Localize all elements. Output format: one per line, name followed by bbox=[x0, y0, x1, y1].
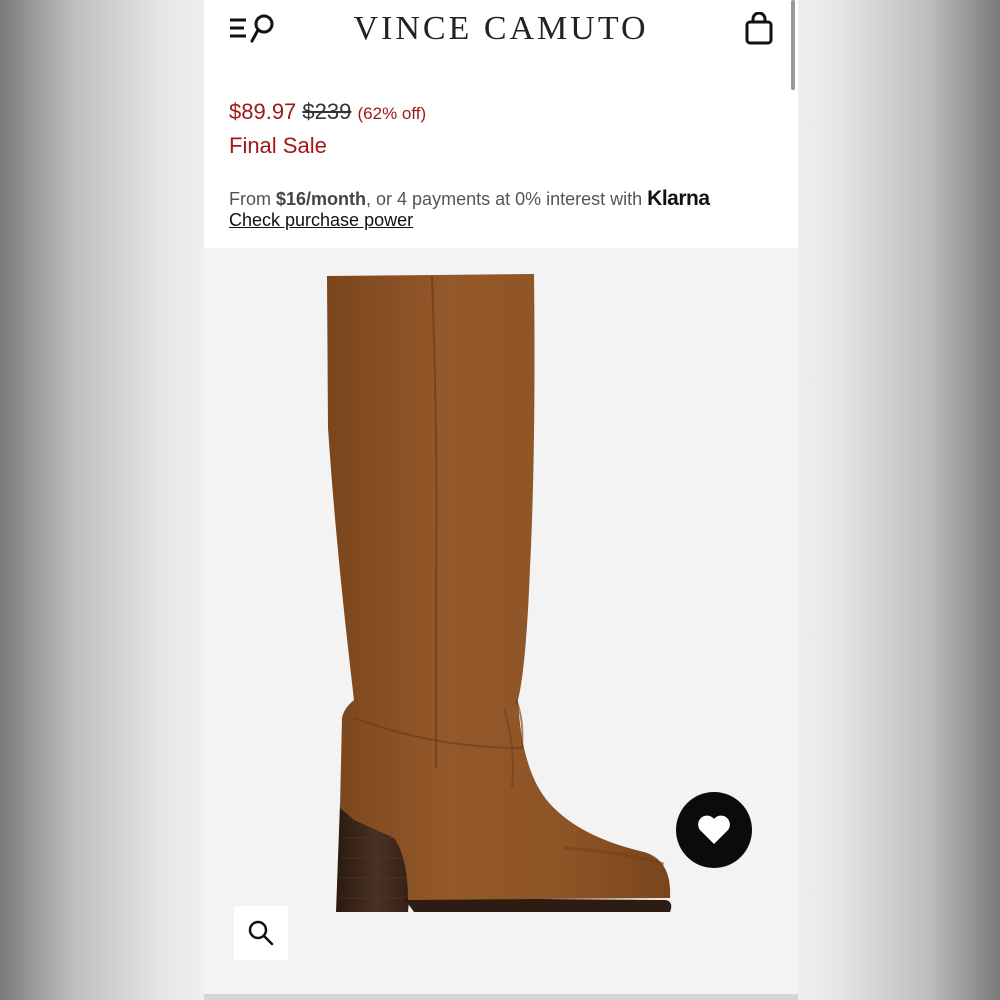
site-header: VINCE CAMUTO bbox=[204, 0, 798, 60]
background-blur-right bbox=[798, 0, 1000, 1000]
page-bottom-edge bbox=[204, 994, 798, 1000]
background-blur-left bbox=[0, 0, 204, 1000]
klarna-logo: Klarna bbox=[647, 187, 710, 210]
klarna-prefix: From bbox=[229, 189, 276, 209]
discount-label: (62% off) bbox=[357, 104, 427, 123]
klarna-financing-text: From $16/month, or 4 payments at 0% inte… bbox=[229, 187, 710, 211]
final-sale-label: Final Sale bbox=[229, 133, 327, 158]
brand-logo[interactable]: VINCE CAMUTO bbox=[204, 10, 798, 48]
product-page: VINCE CAMUTO $89.97 $239 (62% off) Final… bbox=[204, 0, 798, 1000]
heart-icon bbox=[698, 815, 730, 844]
klarna-monthly-amount: $16/month bbox=[276, 189, 367, 209]
original-price: $239 bbox=[302, 99, 352, 124]
zoom-icon bbox=[248, 920, 274, 946]
klarna-middle-text: , or 4 payments at 0% interest with bbox=[366, 189, 648, 209]
zoom-button[interactable] bbox=[234, 906, 288, 960]
check-purchase-power-link[interactable]: Check purchase power bbox=[229, 210, 413, 231]
boot-illustration bbox=[327, 274, 672, 912]
product-image[interactable] bbox=[204, 248, 798, 994]
price-line: $89.97 $239 (62% off) bbox=[229, 99, 426, 125]
shopping-bag-icon[interactable] bbox=[744, 11, 774, 46]
favorite-button[interactable] bbox=[676, 792, 752, 868]
sale-price: $89.97 bbox=[229, 99, 297, 124]
